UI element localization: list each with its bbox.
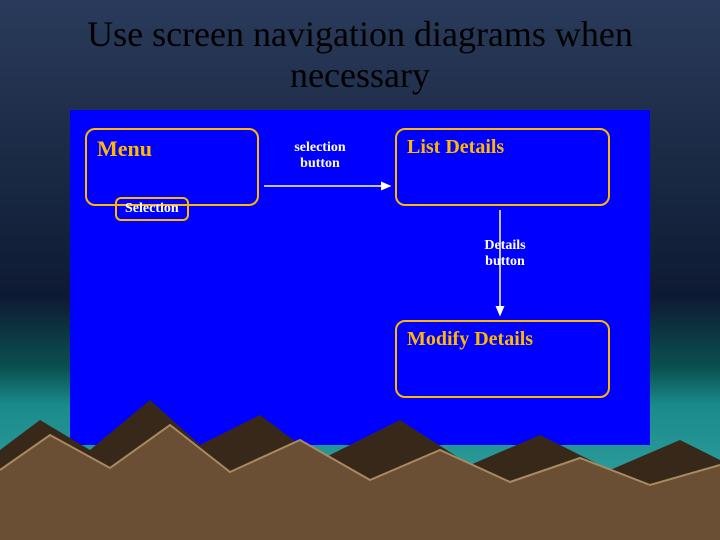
navigation-diagram: Menu Selection List Details modify Modif… (70, 110, 650, 445)
slide-title: Use screen navigation diagrams when nece… (0, 0, 720, 107)
action-selection: Selection (115, 197, 189, 221)
screen-modify-title: Modify Details (397, 322, 608, 353)
screen-menu-title: Menu (87, 130, 257, 164)
screen-modify-details: Modify Details (395, 320, 610, 398)
screen-menu: Menu Selection (85, 128, 259, 206)
screen-list-title: List Details (397, 130, 608, 161)
edge-label-selection: selection button (280, 140, 360, 172)
edge-label-details: Details button (470, 238, 540, 270)
screen-list-details: List Details modify (395, 128, 610, 206)
